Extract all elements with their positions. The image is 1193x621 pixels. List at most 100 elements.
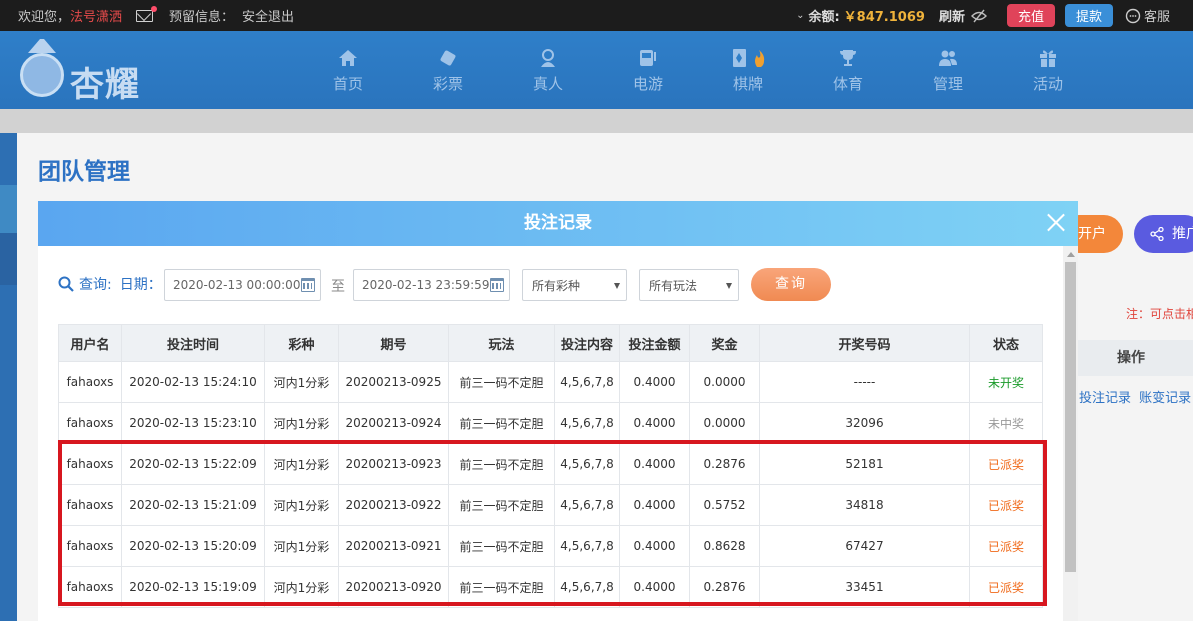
query-label: 查询: [79,277,112,293]
nav-manage[interactable]: 管理 [898,31,998,109]
nav-label: 活动 [1032,74,1063,93]
issue-cell: 20200213-0925 [338,361,449,403]
winning-numbers-cell: 32096 [759,402,970,444]
nav-label: 首页 [332,74,363,93]
logout-link[interactable]: 安全退出 [242,6,294,25]
to-label: 至 [331,279,345,295]
crown-icon [28,39,56,53]
bet-record-link[interactable]: 投注记录 [1079,391,1131,406]
username-cell: fahaoxs [58,484,122,526]
nav-lottery[interactable]: 彩票 [398,31,498,109]
withdraw-button[interactable]: 提款 [1064,4,1113,27]
recharge-button[interactable]: 充值 [1006,4,1055,27]
promote-label: 推广 [1172,226,1193,242]
calendar-icon[interactable] [490,278,504,292]
status-cell: 已派奖 [969,443,1043,485]
nav-label: 真人 [532,74,563,93]
mail-icon[interactable] [136,5,158,22]
nav-live[interactable]: 真人 [498,31,598,109]
share-icon [1150,227,1164,241]
table-row: fahaoxs 2020-02-13 15:19:09 河内1分彩 20200213-… [58,566,1043,608]
bet-time-cell: 2020-02-13 15:20:09 [121,525,265,567]
bet-amount-cell: 0.4000 [619,484,690,526]
operation-column-header: 操作 [1078,340,1193,376]
bet-record-modal: 投注记录 查询: 日期： 2020-02-13 00:00:00 至 2020-… [38,201,1078,621]
scrollbar-thumb[interactable] [1065,262,1076,572]
trophy-icon [837,47,859,69]
play-type-value: 所有玩法 [649,278,698,293]
issue-cell: 20200213-0922 [338,484,449,526]
balance-label: 余额: [808,10,840,25]
lottery-cell: 河内1分彩 [264,443,339,485]
play-type-select[interactable]: 所有玩法 [639,269,739,301]
bet-record-table: 用户名 投注时间 彩种 期号 玩法 投注内容 投注金额 奖金 开奖号码 状态 fahaoxs 202… [58,324,1043,608]
lottery-type-value: 所有彩种 [532,278,581,293]
lottery-type-select[interactable]: 所有彩种 [522,269,627,301]
top-bar: 欢迎您， 法号潇洒 预留信息： 安全退出 ⌄ 余额: ￥847.1069 刷新 … [0,0,1193,31]
winning-numbers-cell: 67427 [759,525,970,567]
play-type-cell: 前三一码不定胆 [448,566,555,608]
date-to-input[interactable]: 2020-02-13 23:59:59 [353,269,510,301]
bet-content-cell: 4,5,6,7,8 [554,484,620,526]
close-icon[interactable] [1046,212,1066,232]
refresh-button[interactable]: 刷新 [939,6,965,25]
date-to-value: 2020-02-13 23:59:59 [362,278,490,292]
chat-icon[interactable] [1125,8,1141,24]
page-title: 团队管理 [38,159,130,185]
sub-bar [0,109,1193,133]
issue-cell: 20200213-0924 [338,402,449,444]
row-actions: 投注记录 账变记录 [1079,387,1191,406]
account-change-link[interactable]: 账变记录 [1139,391,1191,406]
bet-time-cell: 2020-02-13 15:24:10 [121,361,265,403]
scroll-up-icon[interactable] [1067,252,1075,257]
main-nav: 首页 彩票 真人 电游 棋牌 体育 管理 活动 [298,31,1098,109]
lottery-cell: 河内1分彩 [264,566,339,608]
nav-label: 棋牌 [732,74,763,93]
side-menu-strip[interactable] [0,133,17,621]
query-button[interactable]: 查询 [751,268,831,301]
nav-home[interactable]: 首页 [298,31,398,109]
winning-numbers-cell: ----- [759,361,970,403]
chevron-down-icon[interactable]: ⌄ [796,10,804,21]
nav-label: 体育 [832,74,863,93]
bet-content-cell: 4,5,6,7,8 [554,361,620,403]
customer-service-link[interactable]: 客服 [1144,6,1170,25]
issue-cell: 20200213-0920 [338,566,449,608]
nav-chess[interactable]: 棋牌 [698,31,798,109]
nav-slots[interactable]: 电游 [598,31,698,109]
calendar-icon[interactable] [301,278,315,292]
search-icon [58,276,74,292]
bet-content-cell: 4,5,6,7,8 [554,443,620,485]
date-from-value: 2020-02-13 00:00:00 [173,278,301,292]
column-header: 状态 [969,324,1043,362]
column-header: 开奖号码 [759,324,970,362]
nav-promotions[interactable]: 活动 [998,31,1098,109]
column-header: 奖金 [689,324,760,362]
date-from-input[interactable]: 2020-02-13 00:00:00 [164,269,321,301]
lottery-cell: 河内1分彩 [264,484,339,526]
logo-text: 杏耀 [70,65,140,105]
prize-cell: 0.2876 [689,443,760,485]
slot-game-icon [637,47,659,69]
modal-header: 投注记录 [38,201,1078,246]
promote-button[interactable]: 推广 [1134,215,1193,253]
vertical-scrollbar[interactable] [1063,246,1078,621]
play-type-cell: 前三一码不定胆 [448,484,555,526]
live-dealer-icon [537,47,559,69]
column-header: 玩法 [448,324,555,362]
welcome-text: 欢迎您， [18,10,71,25]
lottery-icon [437,47,459,69]
table-row: fahaoxs 2020-02-13 15:24:10 河内1分彩 20200213-… [58,361,1043,403]
winning-numbers-cell: 52181 [759,443,970,485]
username[interactable]: 法号潇洒 [70,6,122,25]
site-logo[interactable]: 杏耀 [18,39,168,105]
status-cell: 已派奖 [969,525,1043,567]
play-type-cell: 前三一码不定胆 [448,525,555,567]
hide-balance-icon[interactable] [970,9,987,23]
lottery-cell: 河内1分彩 [264,361,339,403]
issue-cell: 20200213-0921 [338,525,449,567]
username-cell: fahaoxs [58,443,122,485]
nav-sports[interactable]: 体育 [798,31,898,109]
winning-numbers-cell: 33451 [759,566,970,608]
play-type-cell: 前三一码不定胆 [448,361,555,403]
